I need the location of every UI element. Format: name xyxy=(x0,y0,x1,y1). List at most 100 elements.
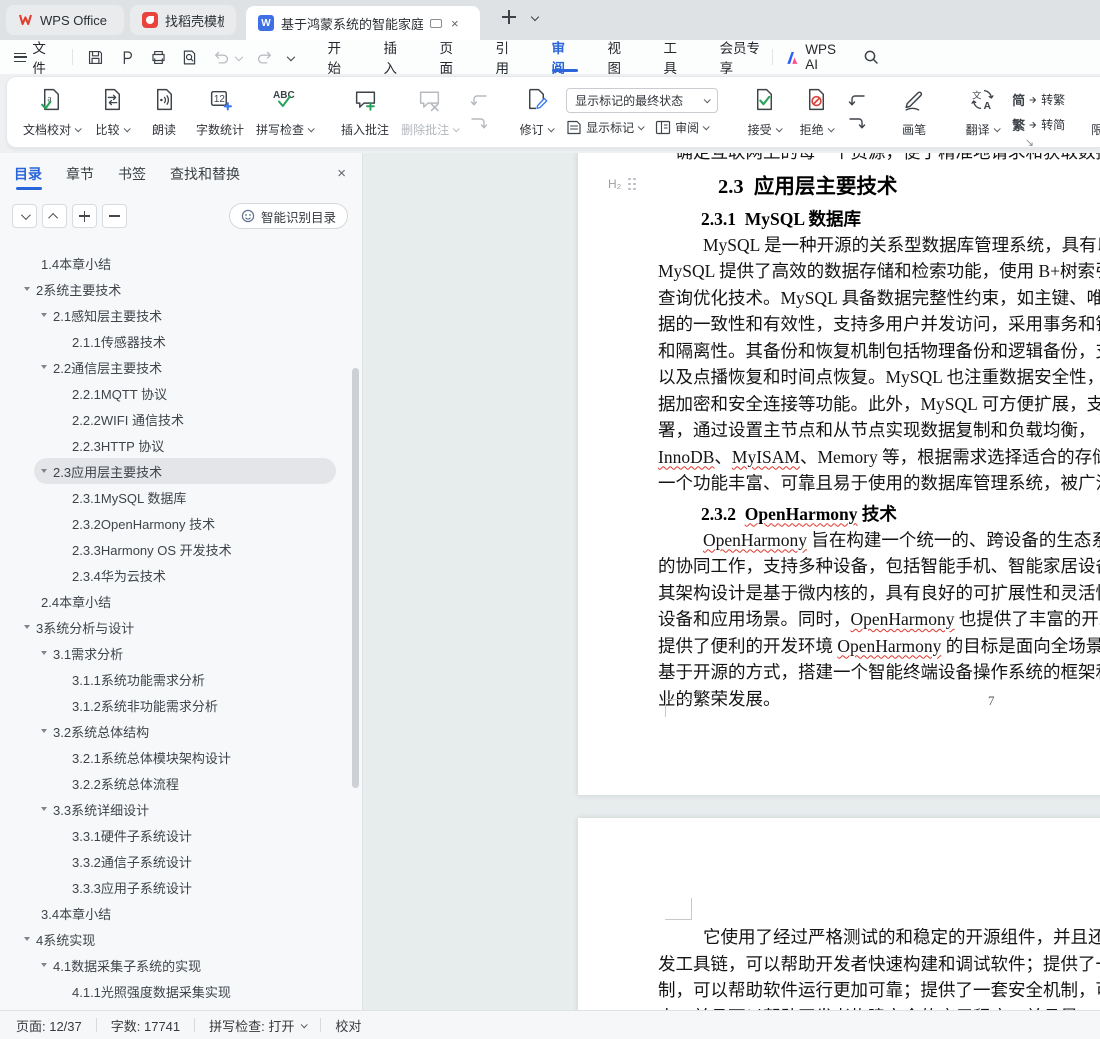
doc-line[interactable]: 2.3 应用层主要技术 xyxy=(718,172,1100,202)
toc-item[interactable]: 2.2通信层主要技术 xyxy=(0,354,350,380)
menu-item-page[interactable]: 页面 xyxy=(439,40,465,76)
toc-collapse-icon[interactable] xyxy=(41,313,47,317)
next-revision-button[interactable] xyxy=(845,116,869,132)
menu-item-reference[interactable]: 引用 xyxy=(496,40,522,76)
toc-item[interactable]: 2.3应用层主要技术 xyxy=(34,458,336,484)
word-count-button[interactable]: 12 字数统计 xyxy=(190,81,250,143)
doc-line[interactable]: 基于开源的方式，搭建一个智能终端设备操作系统的框架和 xyxy=(658,659,1100,686)
print-preview-icon[interactable] xyxy=(181,48,198,66)
toc-item[interactable]: 2.3.2OpenHarmony 技术 xyxy=(0,510,350,536)
tab-preview-icon[interactable] xyxy=(430,18,442,28)
menu-item-tools[interactable]: 工具 xyxy=(664,40,690,76)
expand-all-button[interactable] xyxy=(12,204,37,228)
toc-item[interactable]: 2.2.1MQTT 协议 xyxy=(0,380,350,406)
sidebar-tab-chapter[interactable]: 章节 xyxy=(66,153,94,195)
toc-collapse-icon[interactable] xyxy=(41,469,47,473)
show-markup-button[interactable]: 显示标记 xyxy=(566,119,645,136)
doc-line[interactable]: 查询优化技术。MySQL 具备数据完整性约束，如主键、唯 xyxy=(658,285,1100,312)
toc-item[interactable]: 2系统主要技术 xyxy=(0,276,350,302)
toc-item[interactable]: 3.3.3应用子系统设计 xyxy=(0,874,350,900)
zoom-out-toc-button[interactable] xyxy=(102,204,127,228)
proofread-button[interactable]: 校对 xyxy=(335,1016,361,1035)
doc-line[interactable]: InnoDB、MyISAM、Memory 等，根据需求选择适合的存储 xyxy=(658,444,1100,471)
sidebar-tab-catalog[interactable]: 目录 xyxy=(14,153,42,195)
doc-line[interactable]: 和隔离性。其备份和恢复机制包括物理备份和逻辑备份，支 xyxy=(658,338,1100,365)
document-page-8[interactable]: 它使用了经过严格测试的和稳定的开源组件，并且还提 发工具链，可以帮助开发者快速构建… xyxy=(578,818,1100,1010)
toc-item[interactable]: 2.2.2WIFI 通信技术 xyxy=(0,406,350,432)
insert-comment-button[interactable]: 插入批注 xyxy=(335,81,395,143)
restrict-editing-button[interactable]: 限制编辑 xyxy=(1085,81,1100,143)
export-pdf-icon[interactable] xyxy=(118,48,135,66)
toc-item[interactable]: 3.1.1系统功能需求分析 xyxy=(0,666,350,692)
toc-item[interactable]: 2.3.3Harmony OS 开发技术 xyxy=(0,536,350,562)
toc-item[interactable]: 3.3.1硬件子系统设计 xyxy=(0,822,350,848)
doc-line[interactable]: 以及点播恢复和时间点恢复。MySQL 也注重数据安全性， xyxy=(658,364,1100,391)
doc-line[interactable]: 设备和应用场景。同时，OpenHarmony 也提供了丰富的开发 xyxy=(658,606,1100,633)
traditional-to-simplified-button[interactable]: 繁 转简 xyxy=(1012,115,1065,134)
doc-line[interactable]: 2.3.2 OpenHarmony 技术 xyxy=(701,501,1100,527)
sidebar-tab-bookmark[interactable]: 书签 xyxy=(118,153,146,195)
doc-line[interactable]: 一确定互联网上的每一个资源，便于精准地请求和获取数据 xyxy=(658,153,1100,166)
pen-button[interactable]: 画笔 xyxy=(888,81,940,143)
toc-item[interactable]: 4.1数据采集子系统的实现 xyxy=(0,952,350,978)
redo-icon[interactable] xyxy=(256,48,274,66)
doc-line[interactable]: 它使用了经过严格测试的和稳定的开源组件，并且还提 xyxy=(658,924,1100,951)
toc-item[interactable]: 3.2系统总体结构 xyxy=(0,718,350,744)
toc-collapse-icon[interactable] xyxy=(41,807,47,811)
toc-item[interactable]: 2.1.1传感器技术 xyxy=(0,328,350,354)
tab-active-document[interactable]: W 基于鸿蒙系统的智能家庭照明 × xyxy=(246,6,480,40)
menu-item-view[interactable]: 视图 xyxy=(608,40,634,76)
menu-item-review[interactable]: 审阅 xyxy=(552,40,578,76)
save-icon[interactable] xyxy=(87,48,104,66)
file-menu[interactable]: 文件 xyxy=(14,37,58,77)
doc-line[interactable]: OpenHarmony 旨在构建一个统一的、跨设备的生态系统 xyxy=(658,527,1100,554)
toc-item[interactable]: 2.1感知层主要技术 xyxy=(0,302,350,328)
smart-toc-button[interactable]: 智能识别目录 xyxy=(228,203,348,229)
toc-item[interactable]: 2.3.1MySQL 数据库 xyxy=(0,484,350,510)
toc-collapse-icon[interactable] xyxy=(41,963,47,967)
sidebar-scrollbar[interactable] xyxy=(352,368,359,788)
track-changes-button[interactable]: 修订 xyxy=(510,81,562,143)
toc-item[interactable]: 1.4本章小结 xyxy=(0,250,350,276)
sidebar-tab-find-replace[interactable]: 查找和替换 xyxy=(170,153,240,195)
print-icon[interactable] xyxy=(149,48,166,66)
doc-line[interactable]: 据加密和安全连接等功能。此外，MySQL 可方便扩展，支 xyxy=(658,391,1100,418)
collapse-all-button[interactable] xyxy=(42,204,67,228)
toc-item[interactable]: 3.2.1系统总体模块架构设计 xyxy=(0,744,350,770)
new-tab-button[interactable] xyxy=(502,10,522,30)
doc-line[interactable]: MySQL 提供了高效的数据存储和检索功能，使用 B+树索引 xyxy=(658,258,1100,285)
sidebar-close-icon[interactable]: × xyxy=(337,165,346,182)
toc-item[interactable]: 3.1.2系统非功能需求分析 xyxy=(0,692,350,718)
compare-button[interactable]: 比较 xyxy=(86,81,138,143)
doc-line[interactable]: 提供了便利的开发环境 OpenHarmony 的目标是面向全场景 xyxy=(658,633,1100,660)
tab-close-icon[interactable]: × xyxy=(451,16,459,31)
next-comment-button[interactable] xyxy=(467,116,491,132)
toc-item[interactable]: 3.3.2通信子系统设计 xyxy=(0,848,350,874)
word-count-indicator[interactable]: 字数: 17741 xyxy=(111,1016,180,1035)
menu-item-insert[interactable]: 插入 xyxy=(383,40,409,76)
doc-line[interactable]: 发工具链，可以帮助开发者快速构建和调试软件；提供了一 xyxy=(658,951,1100,978)
spell-check-button[interactable]: ABC 拼写检查 xyxy=(250,81,319,143)
ribbon-expand-icon[interactable]: ↘ xyxy=(1025,136,1034,149)
review-pane-button[interactable]: 审阅 xyxy=(655,119,710,136)
toc-collapse-icon[interactable] xyxy=(41,729,47,733)
heading-level-marker[interactable]: H₂ xyxy=(608,177,636,191)
toc-item[interactable]: 2.4本章小结 xyxy=(0,588,350,614)
wps-ai-button[interactable]: WPS AI xyxy=(785,42,851,72)
doc-line[interactable]: 制，可以帮助软件运行更加可靠；提供了一套安全机制，可 xyxy=(658,977,1100,1004)
search-icon[interactable] xyxy=(862,48,880,66)
toc-collapse-icon[interactable] xyxy=(41,651,47,655)
simplified-to-traditional-button[interactable]: 简 转繁 xyxy=(1012,90,1065,109)
toc-collapse-icon[interactable] xyxy=(24,287,30,291)
doc-line[interactable]: MySQL 是一种开源的关系型数据库管理系统，具有以下 xyxy=(658,232,1100,259)
toc-collapse-icon[interactable] xyxy=(41,365,47,369)
menu-item-home[interactable]: 开始 xyxy=(327,40,353,76)
document-proof-button[interactable]: a 文档校对 xyxy=(17,81,86,143)
toc-item[interactable]: 3.3系统详细设计 xyxy=(0,796,350,822)
page-indicator[interactable]: 页面: 12/37 xyxy=(16,1016,82,1035)
spellcheck-toggle[interactable]: 拼写检查: 打开 xyxy=(209,1016,309,1035)
undo-history-chevron-icon[interactable] xyxy=(234,52,243,62)
toc-item[interactable]: 4.1.1光照强度数据采集实现 xyxy=(0,978,350,1004)
undo-icon[interactable] xyxy=(212,48,230,66)
accept-revision-button[interactable]: 接受 xyxy=(738,81,790,143)
